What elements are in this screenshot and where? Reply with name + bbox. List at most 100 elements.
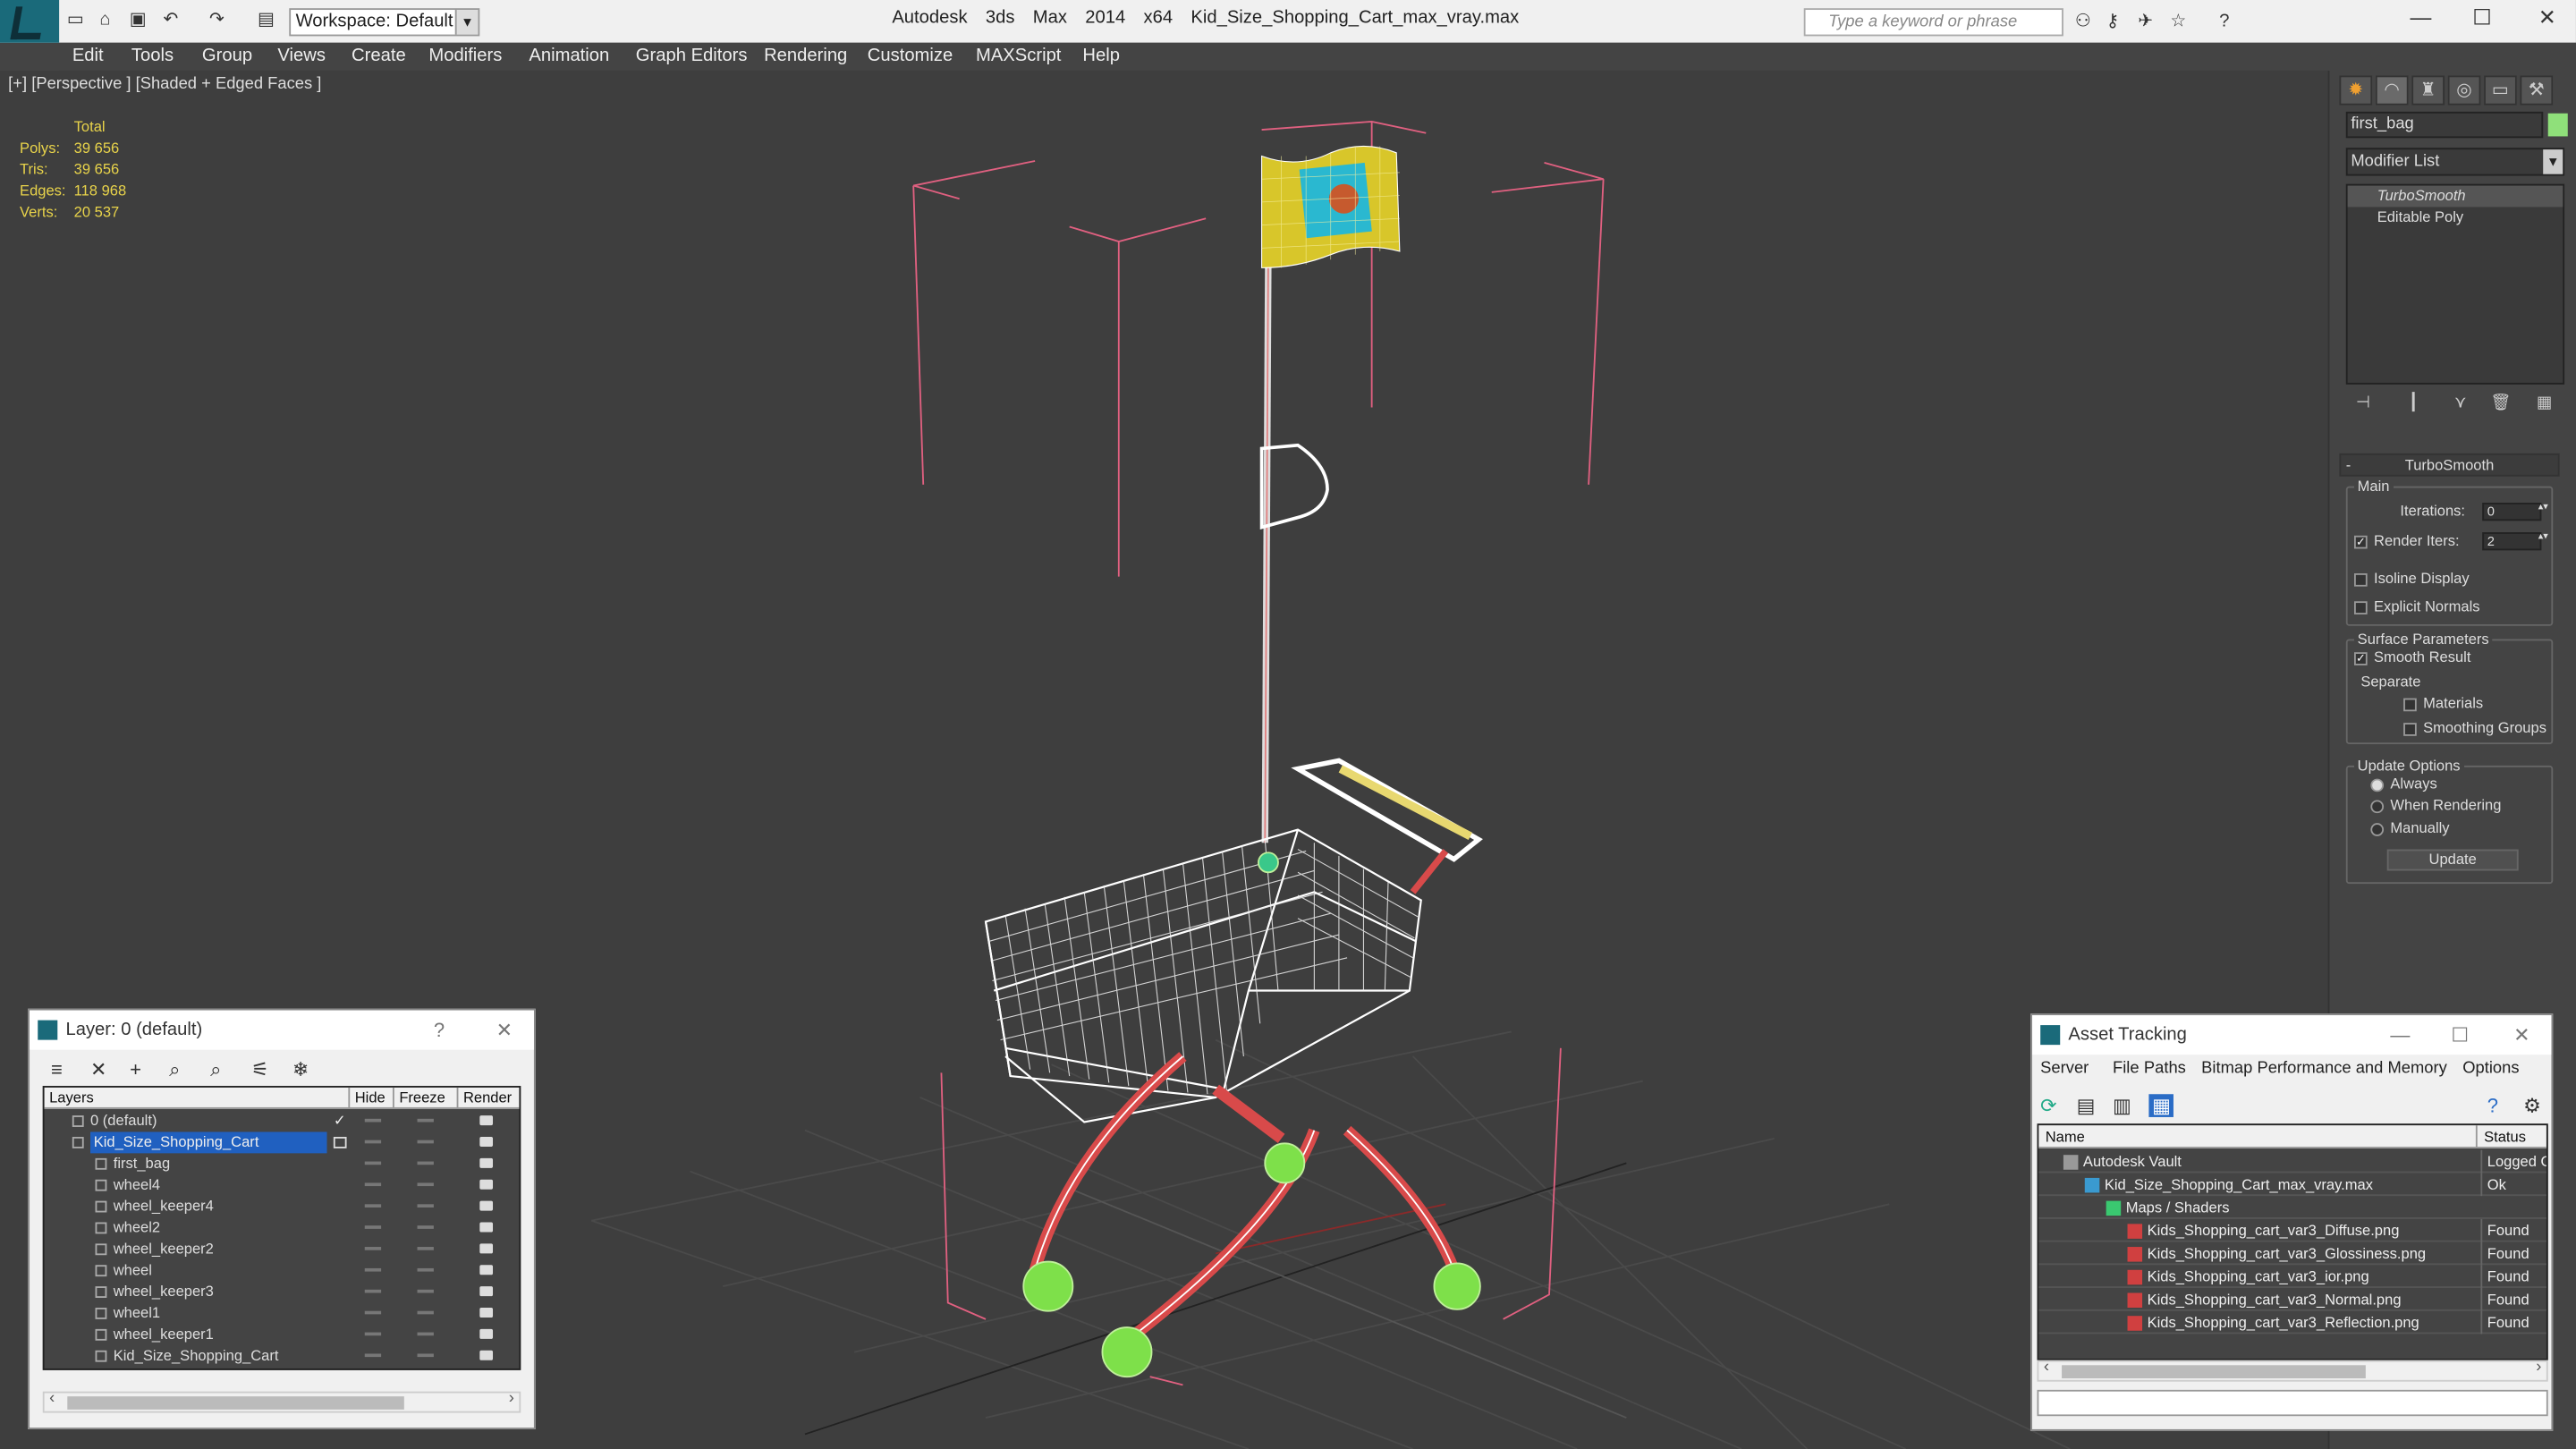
hide-toggle[interactable]	[364, 1182, 382, 1187]
render-teapot-icon[interactable]	[479, 1328, 494, 1339]
configure-sets-icon[interactable]: ▦	[2537, 394, 2552, 412]
help-button[interactable]: ?	[434, 1011, 445, 1050]
render-teapot-icon[interactable]	[479, 1265, 494, 1275]
asset-row[interactable]: Autodesk Vault Logged Out	[2038, 1149, 2546, 1174]
menu-options[interactable]: Options	[2462, 1060, 2519, 1078]
close-button[interactable]: ✕	[2513, 1015, 2529, 1055]
isoline-row[interactable]: Isoline Display	[2353, 570, 2470, 587]
always-row[interactable]: Always	[2370, 775, 2437, 792]
hide-toggle[interactable]	[364, 1353, 382, 1358]
hide-toggle[interactable]	[364, 1310, 382, 1315]
freeze-toggle[interactable]	[417, 1204, 434, 1208]
layer-horizontal-scrollbar[interactable]: ‹ ›	[42, 1390, 521, 1413]
search-input[interactable]: Type a keyword or phrase	[1803, 8, 2063, 37]
menu-edit[interactable]: Edit	[72, 46, 104, 65]
open-file-icon[interactable]: ⌂	[96, 10, 115, 30]
freeze-toggle[interactable]	[417, 1161, 434, 1165]
materials-row[interactable]: Materials	[2403, 695, 2483, 711]
column-render[interactable]: Render	[456, 1087, 520, 1109]
layer-row[interactable]: wheel_keeper2	[45, 1239, 520, 1260]
render-teapot-icon[interactable]	[479, 1136, 494, 1148]
new-layer-icon[interactable]: ≡	[51, 1058, 63, 1081]
asset-row[interactable]: Kids_Shopping_cart_var3_ior.png Found	[2038, 1265, 2546, 1288]
asset-horizontal-scrollbar[interactable]: ‹ ›	[2037, 1359, 2548, 1382]
column-layers[interactable]: Layers	[45, 1088, 94, 1109]
remove-modifier-icon[interactable]: 🗑	[2490, 394, 2511, 412]
undo-icon[interactable]: ↶	[161, 10, 181, 30]
pin-stack-icon[interactable]: ⊣	[2356, 394, 2370, 412]
column-hide[interactable]: Hide	[348, 1087, 393, 1109]
hide-toggle[interactable]	[364, 1161, 382, 1165]
freeze-toggle[interactable]	[417, 1118, 434, 1123]
menu-help[interactable]: Help	[1082, 46, 1120, 65]
column-status[interactable]: Status	[2475, 1125, 2526, 1148]
communication-icon[interactable]: ✈	[2136, 12, 2156, 31]
list-view-icon[interactable]: ▤	[2077, 1094, 2096, 1117]
modify-tab-icon[interactable]: ◠	[2375, 75, 2409, 106]
menu-rendering[interactable]: Rendering	[764, 46, 847, 65]
spinner-arrows-icon[interactable]: ▴▾	[2538, 530, 2548, 542]
isoline-checkbox[interactable]	[2353, 572, 2368, 587]
asset-row[interactable]: Kids_Shopping_cart_var3_Diffuse.png Found	[2038, 1218, 2546, 1242]
hide-toggle[interactable]	[364, 1118, 382, 1123]
freeze-toggle[interactable]	[417, 1310, 434, 1315]
column-freeze[interactable]: Freeze	[392, 1087, 457, 1109]
render-teapot-icon[interactable]	[479, 1115, 494, 1126]
smooth-result-row[interactable]: ✓ Smooth Result	[2353, 648, 2470, 665]
motion-tab-icon[interactable]: ◎	[2447, 75, 2481, 106]
layer-row[interactable]: Kid_Size_Shopping_Cart	[45, 1345, 520, 1367]
refresh-icon[interactable]: ⟳	[2040, 1094, 2056, 1117]
current-layer-check-icon[interactable]: ✓	[334, 1111, 346, 1132]
asset-path-field[interactable]	[2037, 1389, 2548, 1417]
hide-toggle[interactable]	[364, 1247, 382, 1250]
render-teapot-icon[interactable]	[479, 1179, 494, 1190]
spinner-arrows-icon[interactable]: ▴▾	[2538, 501, 2548, 513]
stack-item-turbosmooth[interactable]: TurboSmooth	[2347, 185, 2563, 208]
object-color-swatch[interactable]	[2547, 113, 2568, 137]
close-button[interactable]: ✕	[496, 1011, 513, 1050]
menu-customize[interactable]: Customize	[868, 46, 953, 65]
asset-row[interactable]: Kid_Size_Shopping_Cart_max_vray.max Ok	[2038, 1173, 2546, 1197]
utilities-tab-icon[interactable]: ⚒	[2520, 75, 2554, 106]
asset-row[interactable]: Kids_Shopping_cart_var3_Glossiness.png Fo…	[2038, 1241, 2546, 1266]
freeze-toggle[interactable]	[417, 1225, 434, 1229]
asset-row[interactable]: Maps / Shaders	[2038, 1196, 2546, 1219]
when-rendering-row[interactable]: When Rendering	[2370, 797, 2501, 813]
layer-row[interactable]: wheel4	[45, 1174, 520, 1196]
rollout-header-turbosmooth[interactable]: - TurboSmooth	[2339, 453, 2560, 477]
menu-create[interactable]: Create	[352, 46, 406, 65]
render-teapot-icon[interactable]	[479, 1200, 494, 1211]
render-iters-row[interactable]: ✓ Render Iters:	[2353, 532, 2460, 548]
scroll-right-icon[interactable]: ›	[2536, 1359, 2541, 1377]
scrollbar-thumb[interactable]	[67, 1396, 404, 1410]
menu-paths[interactable]: Paths	[2144, 1060, 2186, 1078]
hide-toggle[interactable]	[364, 1225, 382, 1229]
app-logo-icon[interactable]	[0, 0, 60, 43]
make-current-icon[interactable]	[333, 1136, 347, 1148]
update-button[interactable]: Update	[2386, 849, 2519, 871]
render-teapot-icon[interactable]	[479, 1308, 494, 1318]
layer-row[interactable]: wheel_keeper4	[45, 1196, 520, 1217]
freeze-toggle[interactable]	[417, 1332, 434, 1336]
freeze-toggle[interactable]	[417, 1182, 434, 1187]
viewport-label[interactable]: [+] [Perspective ] [Shaded + Edged Faces…	[8, 75, 321, 93]
favorites-star-icon[interactable]: ☆	[2168, 12, 2188, 31]
layer-row[interactable]: wheel_keeper3	[45, 1282, 520, 1303]
render-iters-spinner[interactable]: 2	[2482, 532, 2542, 551]
layer-row[interactable]: wheel1	[45, 1303, 520, 1325]
menu-views[interactable]: Views	[277, 46, 326, 65]
make-unique-icon[interactable]: ⋎	[2454, 394, 2466, 412]
layer-row[interactable]: Kid_Size_Shopping_Cart	[45, 1131, 520, 1154]
freeze-all-icon[interactable]: ❄	[292, 1058, 309, 1081]
asset-window-header[interactable]: Asset Tracking — ☐ ✕	[2031, 1015, 2552, 1055]
freeze-toggle[interactable]	[417, 1267, 434, 1272]
maximize-button[interactable]: ☐	[2472, 5, 2491, 31]
new-file-icon[interactable]: ▭	[65, 10, 85, 30]
close-button[interactable]: ✕	[2538, 5, 2556, 31]
render-teapot-icon[interactable]	[479, 1222, 494, 1233]
workspace-dropdown[interactable]: Workspace: Default ▼	[289, 8, 480, 37]
freeze-toggle[interactable]	[417, 1140, 434, 1144]
show-end-result-icon[interactable]: ┃	[2409, 394, 2419, 412]
add-to-layer-icon[interactable]: +	[130, 1058, 141, 1081]
freeze-toggle[interactable]	[417, 1353, 434, 1358]
